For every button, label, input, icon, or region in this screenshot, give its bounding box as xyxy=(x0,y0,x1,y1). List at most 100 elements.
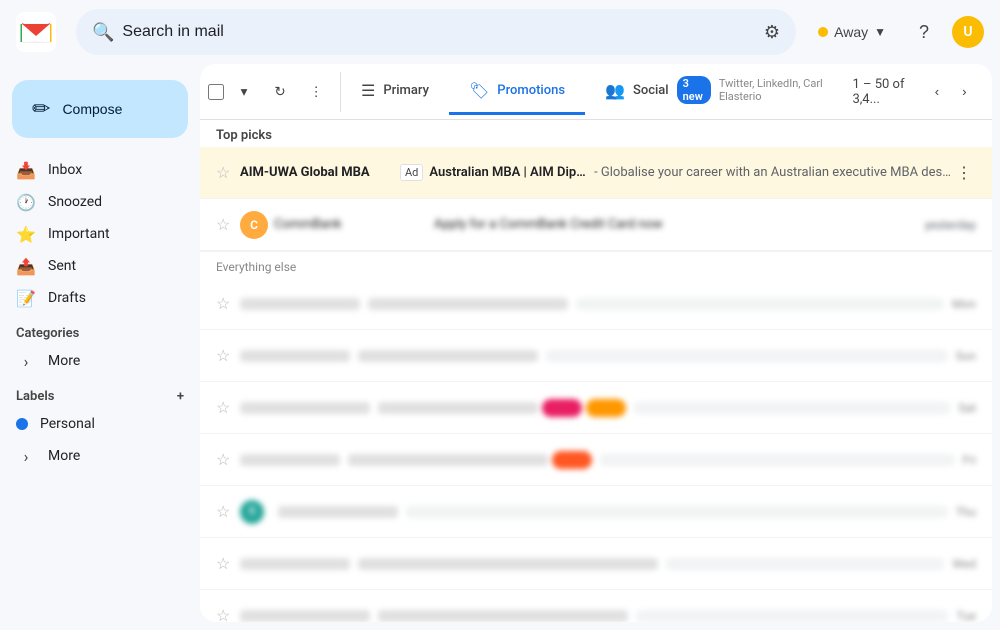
everything-else-header: Everything else xyxy=(200,251,992,278)
email-sender: AIM-UWA Global MBA xyxy=(240,165,400,180)
sidebar-item-personal[interactable]: Personal xyxy=(0,408,188,440)
compose-button[interactable]: ✏ Compose xyxy=(12,80,188,138)
row-left: ☆ xyxy=(216,554,240,573)
away-status-dot xyxy=(818,27,828,37)
tab-toolbar: ▾ ↻ ⋮ xyxy=(200,72,341,112)
row-left: ☆ xyxy=(216,215,240,234)
search-icon: 🔍 xyxy=(92,22,114,43)
drafts-icon: 📝 xyxy=(16,289,36,308)
filter-icon[interactable]: ⚙ xyxy=(764,22,780,43)
more-toolbar-button[interactable]: ⋮ xyxy=(300,76,332,108)
email-list: Top picks ☆ AIM-UWA Global MBA Ad Austra… xyxy=(200,120,992,622)
sidebar-item-drafts[interactable]: 📝 Drafts xyxy=(0,282,188,314)
email-snippet: - Globalise your career with an Australi… xyxy=(594,165,952,180)
refresh-button[interactable]: ↻ xyxy=(264,76,296,108)
star-icon[interactable]: ☆ xyxy=(216,346,230,365)
email-body: Apply for a CommBank Credit Card now xyxy=(434,217,925,232)
social-tab-icon: 👥 xyxy=(605,81,625,100)
prev-page-button[interactable]: ‹ xyxy=(925,78,948,106)
top-picks-header: Top picks xyxy=(200,120,992,147)
email-time: yesterday xyxy=(925,218,976,232)
table-row[interactable]: ☆ Fri xyxy=(200,434,992,486)
email-subject: Apply for a CommBank Credit Card now xyxy=(434,217,663,232)
sent-icon: 📤 xyxy=(16,257,36,276)
topbar: 🔍 ⚙ Away ▼ ? U xyxy=(0,0,1000,64)
primary-tab-label: Primary xyxy=(383,83,429,98)
sidebar-item-more-labels[interactable]: › More xyxy=(0,440,188,472)
table-row[interactable]: ☆ Wed xyxy=(200,538,992,590)
main-content: ✏ Compose 📥 Inbox 🕐 Snoozed ⭐ Important … xyxy=(0,64,1000,630)
table-row[interactable]: ☆ AIM-UWA Global MBA Ad Australian MBA |… xyxy=(200,147,992,199)
star-icon[interactable]: ☆ xyxy=(216,163,230,182)
more-categories-label: More xyxy=(48,353,176,369)
tab-promotions[interactable]: 🏷 Promotions xyxy=(449,69,585,115)
sidebar-item-important[interactable]: ⭐ Important xyxy=(0,218,188,250)
pagination-text: 1 – 50 of 3,4... xyxy=(852,77,921,107)
snoozed-icon: 🕐 xyxy=(16,193,36,212)
sidebar: ✏ Compose 📥 Inbox 🕐 Snoozed ⭐ Important … xyxy=(0,64,200,630)
avatar-initial: U xyxy=(963,24,972,40)
row-left: ☆ xyxy=(216,163,240,182)
inbox-label: Inbox xyxy=(48,162,176,178)
email-subject: Australian MBA | AIM Diploma xyxy=(429,165,588,180)
tab-social[interactable]: 👥 Social 3 new Twitter, LinkedIn, Carl E… xyxy=(585,64,852,119)
table-row[interactable]: ☆ Sat xyxy=(200,382,992,434)
star-icon[interactable]: ☆ xyxy=(216,294,230,313)
away-label: Away xyxy=(834,24,868,40)
labels-section-label: Labels + xyxy=(0,377,200,408)
more-labels-icon: › xyxy=(16,447,36,466)
sidebar-item-inbox[interactable]: 📥 Inbox xyxy=(0,154,188,186)
important-label: Important xyxy=(48,226,176,242)
table-row[interactable]: ☆ S Thu xyxy=(200,486,992,538)
pagination-info: 1 – 50 of 3,4... ‹ › xyxy=(852,77,992,107)
avatar: C xyxy=(240,211,268,239)
personal-label: Personal xyxy=(40,416,176,432)
primary-tab-icon: ☰ xyxy=(361,81,375,100)
avatar[interactable]: U xyxy=(952,16,984,48)
email-right: yesterday xyxy=(925,218,976,232)
email-right: ⋮ xyxy=(952,159,976,187)
search-bar[interactable]: 🔍 ⚙ xyxy=(76,9,796,55)
row-left: ☆ xyxy=(216,294,240,313)
table-row[interactable]: ☆ Tue xyxy=(200,590,992,622)
table-row[interactable]: ☆ Sun xyxy=(200,330,992,382)
star-icon[interactable]: ☆ xyxy=(216,398,230,417)
more-labels-label: More xyxy=(48,448,176,464)
star-icon[interactable]: ☆ xyxy=(216,606,230,622)
gmail-logo xyxy=(16,12,56,52)
star-icon[interactable]: ☆ xyxy=(216,554,230,573)
next-page-button[interactable]: › xyxy=(953,78,976,106)
row-left: ☆ xyxy=(216,398,240,417)
star-icon[interactable]: ☆ xyxy=(216,502,230,521)
social-sub-label: Twitter, LinkedIn, Carl Elasterio xyxy=(719,77,833,103)
sidebar-item-sent[interactable]: 📤 Sent xyxy=(0,250,188,282)
topbar-right: Away ▼ ? U xyxy=(808,12,984,52)
more-button[interactable]: ⋮ xyxy=(952,159,976,187)
help-button[interactable]: ? xyxy=(904,12,944,52)
sidebar-item-more-categories[interactable]: › More xyxy=(0,345,188,377)
ad-badge: Ad xyxy=(400,164,423,181)
search-input[interactable] xyxy=(122,23,755,41)
more-icon: ⋮ xyxy=(309,84,322,100)
row-left: ☆ xyxy=(216,606,240,622)
select-all-checkbox[interactable] xyxy=(208,84,224,100)
personal-label-dot xyxy=(16,418,28,430)
categories-section-label: Categories xyxy=(0,314,200,345)
away-button[interactable]: Away ▼ xyxy=(808,18,896,46)
table-row[interactable]: ☆ C CommBank Apply for a CommBank Credit… xyxy=(200,199,992,251)
refresh-icon: ↻ xyxy=(274,84,285,100)
row-left: ☆ xyxy=(216,450,240,469)
chevron-down-icon: ▾ xyxy=(241,84,248,100)
email-panel: ▾ ↻ ⋮ ☰ Primary 🏷 Promotions xyxy=(200,64,992,622)
table-row[interactable]: ☆ Mon xyxy=(200,278,992,330)
tab-primary[interactable]: ☰ Primary xyxy=(341,69,449,115)
social-tab-label: Social xyxy=(633,83,669,98)
row-left: ☆ xyxy=(216,346,240,365)
star-icon[interactable]: ☆ xyxy=(216,215,230,234)
star-icon[interactable]: ☆ xyxy=(216,450,230,469)
social-badge: 3 new xyxy=(677,76,711,104)
sidebar-item-snoozed[interactable]: 🕐 Snoozed xyxy=(0,186,188,218)
select-dropdown-button[interactable]: ▾ xyxy=(228,76,260,108)
inbox-icon: 📥 xyxy=(16,161,36,180)
add-label-icon[interactable]: + xyxy=(177,389,184,404)
